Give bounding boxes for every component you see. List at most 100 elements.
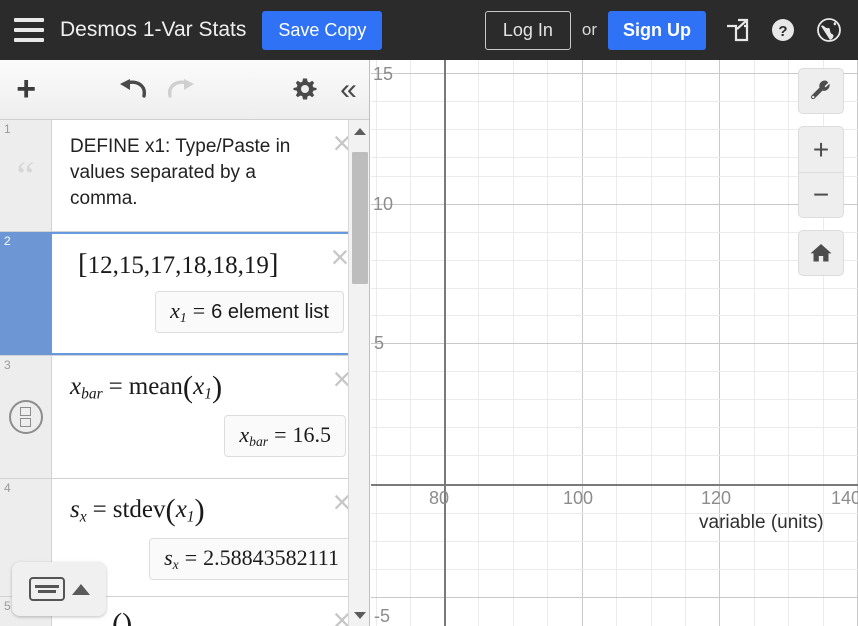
x-tick-label: 140	[831, 488, 858, 508]
gear-icon[interactable]	[284, 60, 327, 120]
y-tick-label: 10	[373, 194, 394, 214]
lhs-var: s	[70, 495, 80, 523]
or-separator-label: or	[581, 20, 597, 39]
result-chip-4: sx = 2.58843582111	[149, 538, 354, 580]
result-var: x	[239, 422, 250, 447]
function-name: mean	[128, 372, 183, 400]
desmos-calculator-app: Desmos 1-Var Stats Save Copy Log In or S…	[0, 0, 858, 626]
row-gutter-1[interactable]: 1 “	[0, 120, 52, 231]
row-number: 3	[4, 358, 11, 372]
paren-close: )	[122, 607, 133, 626]
lhs-sub: bar	[81, 385, 103, 403]
log-in-button[interactable]: Log In	[484, 10, 571, 50]
svg-text:?: ?	[778, 23, 787, 40]
result-value: 16.5	[292, 422, 332, 447]
row-number: 5	[4, 599, 11, 613]
paren-close: )	[194, 493, 205, 527]
result-var: x	[170, 298, 180, 323]
result-var: s	[164, 545, 173, 570]
x-axis-label: variable (units)	[699, 512, 824, 533]
hamburger-icon[interactable]	[14, 18, 44, 42]
expression-row-3[interactable]: 3 × xbar = mean(x1) xbar = 16.5	[0, 356, 369, 479]
page-title: Desmos 1-Var Stats	[60, 18, 247, 41]
paren-open: (	[112, 607, 123, 626]
scroll-down-arrow-icon[interactable]	[349, 604, 369, 626]
expression-body-1[interactable]: × DEFINE x1: Type/Paste in values separa…	[52, 120, 369, 231]
keyboard-icon	[28, 577, 65, 601]
list-values: 12,15,17,18,18,19	[87, 252, 269, 279]
help-icon[interactable]: ?	[768, 15, 798, 45]
y-tick-label: 5	[374, 333, 385, 353]
mean-expression[interactable]: xbar = mean(x1)	[52, 370, 369, 405]
arg-var: x	[175, 495, 187, 523]
zoom-out-button[interactable]: −	[798, 172, 844, 218]
x-tick-label: 100	[563, 488, 594, 508]
undo-arrow-icon[interactable]	[108, 60, 157, 120]
quote-icon: “	[16, 152, 35, 198]
scroll-up-arrow-icon[interactable]	[349, 120, 369, 142]
note-text: DEFINE x1: Type/Paste in values separate…	[70, 136, 291, 209]
result-sub: bar	[249, 433, 269, 449]
stdev-expression[interactable]: sx = stdev(x1)	[52, 493, 369, 528]
result-equals: =	[192, 298, 206, 323]
result-equals: =	[274, 422, 287, 447]
expression-list: 1 “ × DEFINE x1: Type/Paste in values se…	[0, 120, 369, 626]
result-value: 6 element list	[211, 301, 329, 323]
result-sub: x	[172, 556, 179, 572]
expression-list-scrollbar[interactable]	[348, 120, 369, 626]
arg-sub: 1	[186, 508, 195, 526]
expression-panel: + « 1 “ × DEFINE x1: Type/Paste in value…	[0, 60, 370, 626]
equals-sign: =	[92, 495, 107, 523]
x-tick-label: 120	[701, 488, 732, 508]
paren-open: (	[165, 493, 176, 527]
expression-body-3[interactable]: × xbar = mean(x1) xbar = 16.5	[52, 356, 369, 478]
arg-var: x	[193, 372, 205, 400]
result-value: 2.58843582111	[203, 545, 339, 570]
row-gutter-3[interactable]: 3	[0, 356, 52, 478]
zoom-in-button[interactable]: +	[798, 126, 844, 172]
graph-tools: + −	[798, 68, 844, 276]
equals-sign: =	[108, 372, 123, 400]
redo-arrow-icon[interactable]	[157, 60, 206, 120]
arg-sub: 1	[204, 385, 212, 403]
result-area-2: x1 = 6 element list	[52, 281, 368, 333]
add-expression-button[interactable]: +	[0, 60, 52, 120]
home-icon[interactable]	[798, 230, 844, 276]
result-chip-2: x1 = 6 element list	[155, 291, 344, 333]
stats-fraction-icon[interactable]	[8, 400, 43, 434]
y-tick-label: 15	[373, 64, 394, 84]
save-copy-button[interactable]: Save Copy	[262, 10, 383, 50]
row-number: 1	[4, 122, 11, 136]
app-header: Desmos 1-Var Stats Save Copy Log In or S…	[0, 0, 858, 60]
result-sub: 1	[179, 309, 187, 325]
share-icon[interactable]	[722, 15, 752, 45]
expression-row-1[interactable]: 1 “ × DEFINE x1: Type/Paste in values se…	[0, 120, 369, 232]
sign-up-button[interactable]: Sign Up	[608, 10, 706, 50]
expression-body-2[interactable]: × [12,15,17,18,18,19] x1 = 6 element list	[52, 232, 369, 355]
result-area-3: xbar = 16.5	[52, 405, 369, 457]
y-tick-label: -5	[374, 606, 391, 626]
keyboard-toggle-button[interactable]	[12, 562, 106, 616]
result-chip-3: xbar = 16.5	[224, 415, 346, 457]
row-number: 4	[4, 481, 11, 495]
header-actions: Log In or Sign Up ?	[484, 10, 844, 50]
collapse-panel-button[interactable]: «	[327, 60, 369, 120]
row-gutter-2[interactable]: 2	[0, 232, 52, 355]
bracket-close: ]	[268, 248, 279, 280]
function-name: stdev	[112, 495, 166, 523]
scrollbar-thumb[interactable]	[352, 152, 368, 284]
paren-close: )	[211, 370, 223, 404]
lhs-sub: x	[79, 508, 87, 526]
graph-canvas[interactable]: 15 10 5 -5 80 100 120 140 variable (unit…	[371, 60, 858, 626]
x-tick-label: 80	[429, 488, 450, 508]
result-equals: =	[184, 545, 198, 570]
caret-up-icon	[71, 583, 90, 595]
expression-toolbar: + «	[0, 60, 369, 120]
row-number: 2	[4, 234, 11, 248]
lhs-var: x	[70, 372, 82, 400]
list-expression[interactable]: [12,15,17,18,18,19]	[52, 248, 368, 281]
wrench-icon[interactable]	[798, 68, 844, 114]
expression-row-2[interactable]: 2 × [12,15,17,18,18,19] x1 = 6 element lis…	[0, 232, 369, 356]
y-axis	[444, 60, 446, 626]
globe-icon[interactable]	[814, 15, 844, 45]
